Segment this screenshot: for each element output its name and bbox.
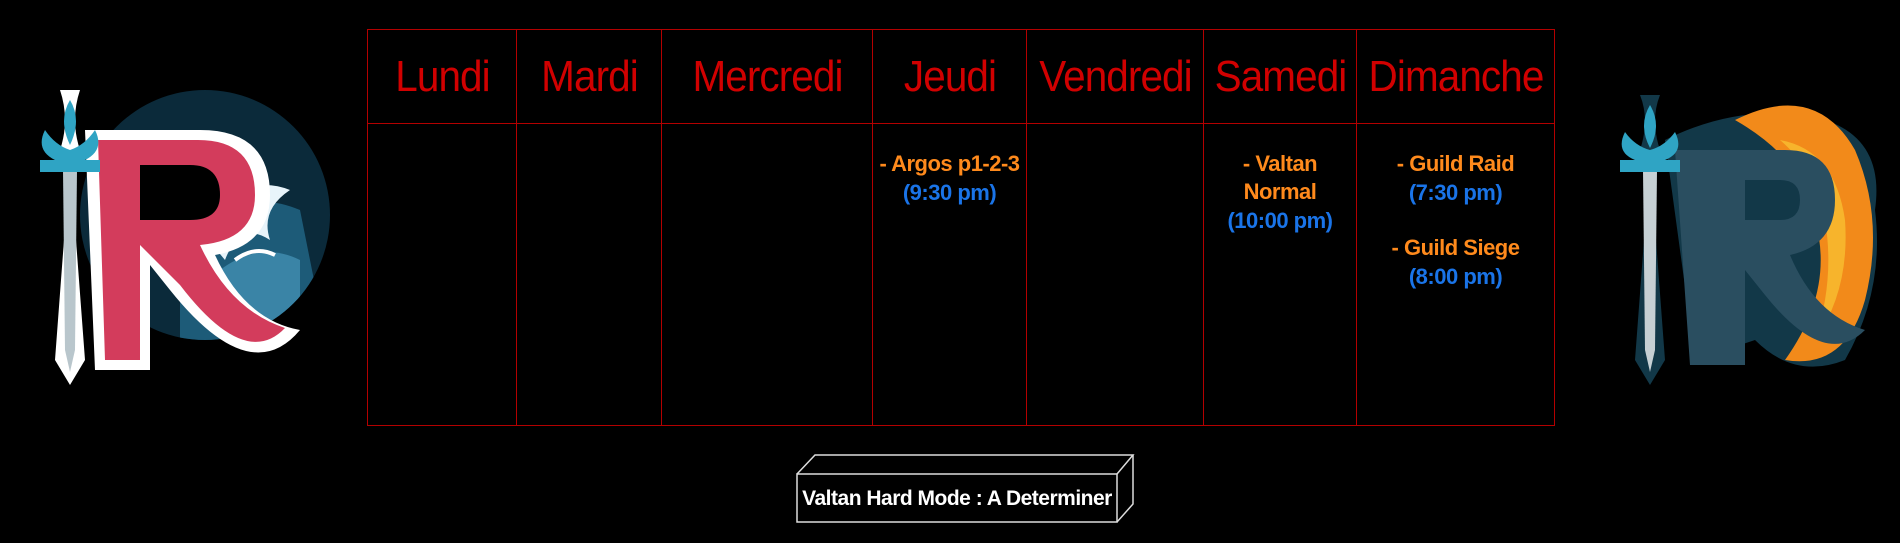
- event-guild-siege: - Guild Siege (8:00 pm): [1357, 234, 1554, 292]
- day-header-dimanche: Dimanche: [1363, 29, 1548, 124]
- event-name: - Valtan Normal: [1242, 151, 1318, 204]
- day-header-vendredi: Vendredi: [1033, 29, 1197, 124]
- event-name: - Argos p1-2-3: [879, 151, 1020, 176]
- note-label: Valtan Hard Mode : A Determiner: [802, 487, 1112, 510]
- event-time: (9:30 pm): [902, 180, 997, 205]
- guild-emblem-left-icon: [40, 90, 330, 385]
- events-row: - Argos p1-2-3 (9:30 pm) - Valtan Normal…: [367, 123, 1555, 426]
- day-header-jeudi: Jeudi: [878, 29, 1021, 124]
- event-time: (10:00 pm): [1227, 208, 1333, 233]
- day-cell-dimanche: - Guild Raid (7:30 pm) - Guild Siege (8:…: [1356, 123, 1555, 426]
- day-cell-jeudi: - Argos p1-2-3 (9:30 pm): [872, 123, 1027, 426]
- day-header-mardi: Mardi: [521, 29, 657, 124]
- event-valtan-normal: - Valtan Normal (10:00 pm): [1204, 150, 1356, 236]
- day-header-mercredi: Mercredi: [669, 29, 865, 124]
- day-cell-mercredi: [661, 123, 873, 426]
- day-cell-mardi: [516, 123, 662, 426]
- day-cell-vendredi: [1026, 123, 1204, 426]
- event-guild-raid: - Guild Raid (7:30 pm): [1357, 150, 1554, 208]
- event-name: - Guild Siege: [1391, 235, 1520, 260]
- day-header-samedi: Samedi: [1209, 29, 1351, 124]
- day-cell-samedi: - Valtan Normal (10:00 pm): [1203, 123, 1357, 426]
- day-header-row: Lundi Mardi Mercredi Jeudi Vendredi Same…: [368, 29, 1555, 124]
- event-argos: - Argos p1-2-3 (9:30 pm): [873, 150, 1026, 208]
- event-time: (7:30 pm): [1408, 180, 1503, 205]
- day-cell-lundi: [367, 123, 517, 426]
- day-header-lundi: Lundi: [372, 29, 512, 124]
- guild-emblem-right-icon: [1620, 95, 1877, 385]
- weekly-schedule-table: Lundi Mardi Mercredi Jeudi Vendredi Same…: [367, 29, 1555, 426]
- event-name: - Guild Raid: [1396, 151, 1515, 176]
- event-time: (8:00 pm): [1408, 264, 1503, 289]
